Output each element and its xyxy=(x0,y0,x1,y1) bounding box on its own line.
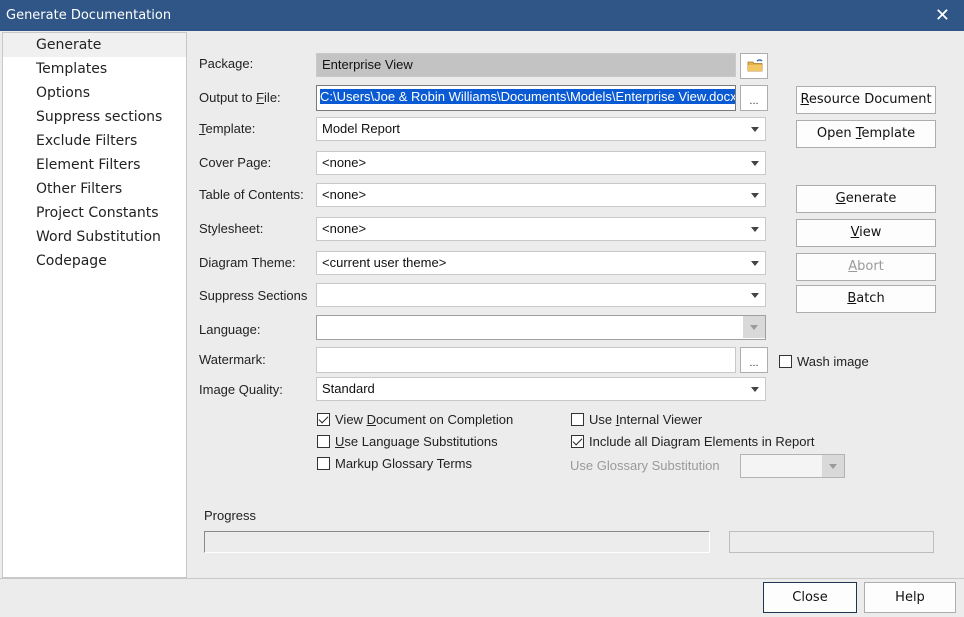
glossary-substitution-select[interactable] xyxy=(740,454,845,478)
open-template-button[interactable]: Open Template xyxy=(796,120,936,148)
stylesheet-select[interactable]: <none> xyxy=(316,217,766,241)
checkbox-box[interactable] xyxy=(317,413,330,426)
checkbox-box[interactable] xyxy=(571,413,584,426)
suppress-sections-select[interactable] xyxy=(316,283,766,307)
abort-button[interactable]: Abort xyxy=(796,253,936,281)
watermark-browse-button[interactable]: ... xyxy=(740,347,768,373)
use-internal-viewer-checkbox[interactable]: Use Internal Viewer xyxy=(571,412,702,428)
chevron-down-icon xyxy=(751,161,759,166)
checkbox-box[interactable] xyxy=(317,435,330,448)
sidebar-item-element-filters[interactable]: Element Filters xyxy=(3,153,186,177)
stylesheet-label: Stylesheet: xyxy=(199,221,264,236)
chevron-down-icon xyxy=(750,325,758,330)
chevron-down-icon xyxy=(829,464,837,469)
sidebar-item-templates[interactable]: Templates xyxy=(3,57,186,81)
chevron-down-icon xyxy=(751,193,759,198)
diagram-theme-label: Diagram Theme: xyxy=(199,255,296,270)
package-field: Enterprise View xyxy=(316,53,736,77)
suppress-sections-label: Suppress Sections xyxy=(199,288,308,303)
view-document-checkbox[interactable]: View Document on Completion xyxy=(317,412,513,428)
image-quality-label: Image Quality: xyxy=(199,382,283,397)
markup-glossary-checkbox[interactable]: Markup Glossary Terms xyxy=(317,456,472,472)
sidebar-item-codepage[interactable]: Codepage xyxy=(3,249,186,273)
wash-image-checkbox[interactable]: Wash image xyxy=(779,354,869,370)
image-quality-select[interactable]: Standard xyxy=(316,377,766,401)
chevron-down-icon xyxy=(751,261,759,266)
sidebar-item-suppress-sections[interactable]: Suppress sections xyxy=(3,105,186,129)
use-language-substitutions-checkbox[interactable]: Use Language Substitutions xyxy=(317,434,498,450)
view-button[interactable]: View xyxy=(796,219,936,247)
checkbox-box[interactable] xyxy=(779,355,792,368)
template-select[interactable]: Model Report xyxy=(316,117,766,141)
folder-icon xyxy=(747,59,763,72)
language-label: Language: xyxy=(199,322,261,337)
output-file-browse-button[interactable]: ... xyxy=(740,85,768,111)
template-label: Template: xyxy=(199,121,256,136)
sidebar-nav: Generate Templates Options Suppress sect… xyxy=(2,32,187,578)
cover-page-select[interactable]: <none> xyxy=(316,151,766,175)
language-select[interactable] xyxy=(316,315,766,340)
checkbox-box[interactable] xyxy=(571,435,584,448)
generate-button[interactable]: Generate xyxy=(796,185,936,213)
close-icon[interactable]: ✕ xyxy=(935,5,950,26)
progress-label: Progress xyxy=(204,508,257,523)
resource-document-button[interactable]: Resource Document xyxy=(796,86,936,114)
chevron-down-icon xyxy=(751,227,759,232)
close-button[interactable]: Close xyxy=(763,582,857,613)
sidebar-item-generate[interactable]: Generate xyxy=(3,33,186,57)
chevron-down-icon xyxy=(751,293,759,298)
cover-page-label: Cover Page: xyxy=(199,155,272,170)
toc-label: Table of Contents: xyxy=(199,187,304,202)
toc-select[interactable]: <none> xyxy=(316,183,766,207)
progress-bar xyxy=(204,531,710,553)
chevron-down-icon xyxy=(751,127,759,132)
watermark-label: Watermark: xyxy=(199,352,266,367)
output-file-input[interactable]: C:\Users\Joe & Robin Williams\Documents\… xyxy=(316,85,736,111)
title-bar: Generate Documentation ✕ xyxy=(0,0,964,31)
chevron-down-icon xyxy=(751,387,759,392)
glossary-substitution-label: Use Glossary Substitution xyxy=(570,458,720,473)
help-button[interactable]: Help xyxy=(864,582,956,613)
sidebar-item-exclude-filters[interactable]: Exclude Filters xyxy=(3,129,186,153)
diagram-theme-select[interactable]: <current user theme> xyxy=(316,251,766,275)
checkbox-box[interactable] xyxy=(317,457,330,470)
output-file-label: Output to File: xyxy=(199,90,281,105)
footer-divider xyxy=(0,578,964,579)
sidebar-item-other-filters[interactable]: Other Filters xyxy=(3,177,186,201)
package-browse-button[interactable] xyxy=(740,53,768,79)
sidebar-item-word-substitution[interactable]: Word Substitution xyxy=(3,225,186,249)
watermark-input[interactable] xyxy=(316,347,736,373)
sidebar-item-project-constants[interactable]: Project Constants xyxy=(3,201,186,225)
package-label: Package: xyxy=(199,56,254,71)
include-all-diagram-elements-checkbox[interactable]: Include all Diagram Elements in Report xyxy=(571,434,814,450)
batch-button[interactable]: Batch xyxy=(796,285,936,313)
progress-status-box xyxy=(729,531,934,553)
sidebar-item-options[interactable]: Options xyxy=(3,81,186,105)
window-title: Generate Documentation xyxy=(6,8,172,23)
